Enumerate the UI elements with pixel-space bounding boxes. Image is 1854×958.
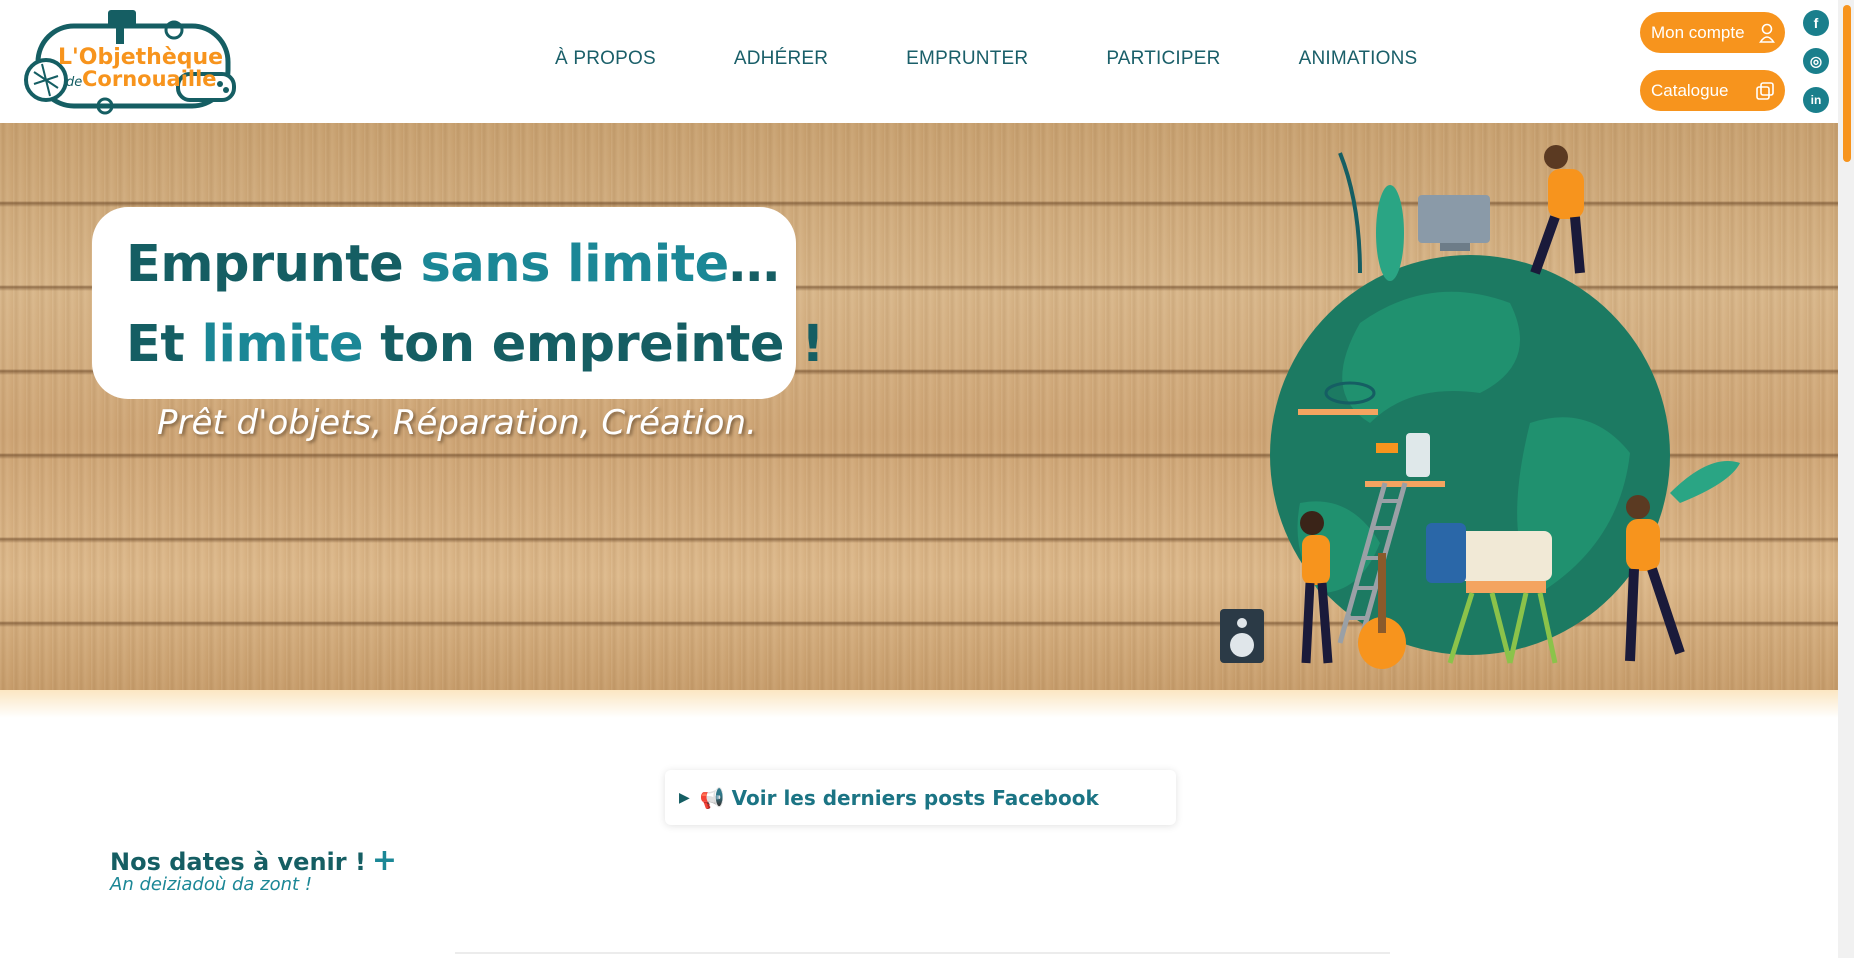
hero-banner: Emprunte sans limite… Et limite ton empr… [0, 123, 1838, 690]
upcoming-dates-subtitle: An deiziadoù da zont ! [110, 874, 313, 895]
plus-icon[interactable]: + [372, 843, 397, 878]
upcoming-dates-title: Nos dates à venir ! [110, 848, 366, 876]
facebook-icon[interactable]: f [1803, 10, 1829, 36]
scrollbar-thumb[interactable] [1843, 5, 1851, 162]
user-icon [1759, 23, 1775, 43]
facebook-posts-toggle[interactable]: ▶ 📢 Voir les derniers posts Facebook [665, 770, 1176, 825]
instagram-icon[interactable]: ◎ [1803, 48, 1829, 74]
hero-bottom-fade [0, 690, 1838, 718]
catalog-button-label: Catalogue [1651, 80, 1729, 100]
account-button-label: Mon compte [1651, 22, 1745, 42]
logo-text-2: de [66, 75, 82, 90]
nav-animations[interactable]: ANIMATIONS [1299, 48, 1418, 70]
earth-illustration [1220, 145, 1740, 669]
expand-triangle-icon: ▶ [679, 789, 690, 806]
account-button[interactable]: Mon compte [1640, 12, 1785, 53]
nav-a-propos[interactable]: À PROPOS [555, 48, 656, 70]
catalog-button[interactable]: Catalogue [1640, 70, 1785, 111]
nav-adherer[interactable]: ADHÉRER [734, 48, 828, 70]
main-nav: À PROPOS ADHÉRER EMPRUNTER PARTICIPER AN… [555, 48, 1495, 70]
nav-emprunter[interactable]: EMPRUNTER [906, 48, 1028, 70]
hero-title-line-2: Et limite ton empreinte ! [126, 315, 825, 374]
hero-tagline: Prêt d'objets, Réparation, Création. [157, 403, 757, 443]
hero-title-line-1: Emprunte sans limite… [126, 235, 780, 294]
hero-title-card: Emprunte sans limite… Et limite ton empr… [92, 207, 825, 399]
facebook-posts-label: 📢 Voir les derniers posts Facebook [699, 785, 1099, 810]
site-header: L'Objethèque de Cornouaille À PROPOS ADH… [0, 0, 1838, 123]
objetheque-logo[interactable]: L'Objethèque de Cornouaille [20, 6, 256, 116]
linkedin-icon[interactable]: in [1803, 87, 1829, 113]
logo-text-3: Cornouaille [82, 67, 217, 91]
nav-participer[interactable]: PARTICIPER [1106, 48, 1220, 70]
divider [455, 952, 1390, 954]
page-scrollbar[interactable] [1838, 0, 1854, 958]
upcoming-dates-heading: Nos dates à venir ! + [110, 843, 397, 878]
copy-icon [1756, 81, 1774, 100]
